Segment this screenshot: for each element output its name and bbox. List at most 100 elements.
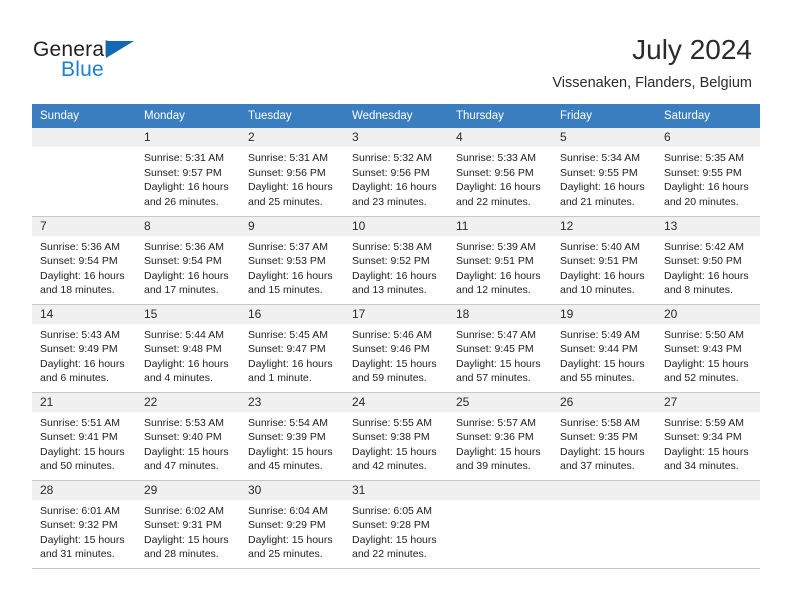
day-detail-sunrise: Sunrise: 5:40 AM	[560, 240, 640, 253]
calendar-cell[interactable]: 9 Sunrise: 5:37 AM Sunset: 9:53 PM Daylight…	[240, 216, 344, 305]
day-number	[448, 480, 552, 500]
day-detail-daylight2: and 21 minutes.	[560, 195, 635, 208]
calendar-cell[interactable]: 19 Sunrise: 5:49 AM Sunset: 9:44 PM Dayligh…	[552, 304, 656, 393]
calendar-cell[interactable]: 15 Sunrise: 5:44 AM Sunset: 9:48 PM Dayligh…	[136, 304, 240, 393]
day-number: 7	[32, 216, 136, 236]
day-cell: 16 Sunrise: 5:45 AM Sunset: 9:47 PM Dayligh…	[240, 304, 344, 392]
day-detail-sunset: Sunset: 9:55 PM	[560, 166, 638, 179]
day-detail-sunset: Sunset: 9:43 PM	[664, 343, 742, 356]
day-detail-sunrise: Sunrise: 5:57 AM	[456, 416, 536, 429]
day-detail-sunrise: Sunrise: 5:35 AM	[664, 152, 744, 164]
calendar-cell[interactable]: 2 Sunrise: 5:31 AM Sunset: 9:56 PM Daylight…	[240, 128, 344, 217]
day-detail-daylight2: and 22 minutes.	[456, 195, 531, 208]
calendar-cell[interactable]: 25 Sunrise: 5:57 AM Sunset: 9:36 PM Dayligh…	[448, 392, 552, 481]
calendar-cell[interactable]: 12 Sunrise: 5:40 AM Sunset: 9:51 PM Dayligh…	[552, 216, 656, 305]
day-cell: 5 Sunrise: 5:34 AM Sunset: 9:55 PM Daylight…	[552, 128, 656, 216]
day-cell: 14 Sunrise: 5:43 AM Sunset: 9:49 PM Dayligh…	[32, 304, 136, 392]
calendar-header-row: Sunday Monday Tuesday Wednesday Thursday…	[32, 104, 760, 128]
day-number: 1	[136, 128, 240, 147]
calendar-cell[interactable]: 4 Sunrise: 5:33 AM Sunset: 9:56 PM Daylight…	[448, 128, 552, 217]
day-detail-daylight2: and 47 minutes.	[144, 460, 219, 473]
calendar-cell[interactable]: 29 Sunrise: 6:02 AM Sunset: 9:31 PM Dayligh…	[136, 480, 240, 569]
calendar-cell[interactable]: 20 Sunrise: 5:50 AM Sunset: 9:43 PM Dayligh…	[656, 304, 760, 393]
day-detail-daylight1: Daylight: 16 hours	[560, 181, 645, 194]
day-number: 3	[344, 128, 448, 147]
day-cell: 23 Sunrise: 5:54 AM Sunset: 9:39 PM Dayligh…	[240, 392, 344, 480]
day-detail-sunrise: Sunrise: 5:31 AM	[144, 152, 224, 164]
day-details: Sunrise: 5:32 AM Sunset: 9:56 PM Daylight:…	[344, 147, 448, 209]
calendar-cell[interactable]: 17 Sunrise: 5:46 AM Sunset: 9:46 PM Dayligh…	[344, 304, 448, 393]
calendar-cell[interactable]: 14 Sunrise: 5:43 AM Sunset: 9:49 PM Dayligh…	[32, 304, 136, 393]
day-details: Sunrise: 6:04 AM Sunset: 9:29 PM Daylight:…	[240, 500, 344, 562]
calendar-cell[interactable]: 24 Sunrise: 5:55 AM Sunset: 9:38 PM Dayligh…	[344, 392, 448, 481]
calendar-cell[interactable]: 16 Sunrise: 5:45 AM Sunset: 9:47 PM Dayligh…	[240, 304, 344, 393]
day-detail-sunrise: Sunrise: 5:47 AM	[456, 328, 536, 341]
day-detail-sunrise: Sunrise: 5:42 AM	[664, 240, 744, 253]
day-number: 12	[552, 216, 656, 236]
logo-triangle-icon	[106, 41, 134, 58]
day-details: Sunrise: 5:34 AM Sunset: 9:55 PM Daylight:…	[552, 147, 656, 209]
title-block: July 2024 Vissenaken, Flanders, Belgium	[552, 33, 752, 93]
day-detail-sunset: Sunset: 9:31 PM	[144, 519, 222, 532]
day-number: 15	[136, 304, 240, 324]
calendar-cell[interactable]: 30 Sunrise: 6:04 AM Sunset: 9:29 PM Dayligh…	[240, 480, 344, 569]
day-details: Sunrise: 5:39 AM Sunset: 9:51 PM Daylight:…	[448, 236, 552, 298]
calendar-cell[interactable]: 7 Sunrise: 5:36 AM Sunset: 9:54 PM Daylight…	[32, 216, 136, 305]
day-detail-daylight1: Daylight: 16 hours	[248, 357, 333, 370]
calendar-cell[interactable]: 26 Sunrise: 5:58 AM Sunset: 9:35 PM Dayligh…	[552, 392, 656, 481]
calendar-cell	[656, 480, 760, 569]
day-details: Sunrise: 5:31 AM Sunset: 9:56 PM Daylight:…	[240, 147, 344, 209]
calendar-cell[interactable]: 28 Sunrise: 6:01 AM Sunset: 9:32 PM Dayligh…	[32, 480, 136, 569]
calendar-cell[interactable]: 21 Sunrise: 5:51 AM Sunset: 9:41 PM Dayligh…	[32, 392, 136, 481]
day-detail-daylight1: Daylight: 16 hours	[144, 357, 229, 370]
calendar-cell[interactable]: 27 Sunrise: 5:59 AM Sunset: 9:34 PM Dayligh…	[656, 392, 760, 481]
day-cell: 31 Sunrise: 6:05 AM Sunset: 9:28 PM Dayligh…	[344, 480, 448, 568]
day-detail-sunset: Sunset: 9:28 PM	[352, 519, 430, 532]
day-detail-sunset: Sunset: 9:53 PM	[248, 255, 326, 268]
calendar-cell[interactable]: 5 Sunrise: 5:34 AM Sunset: 9:55 PM Daylight…	[552, 128, 656, 217]
day-details: Sunrise: 5:53 AM Sunset: 9:40 PM Daylight:…	[136, 412, 240, 474]
calendar-cell[interactable]: 13 Sunrise: 5:42 AM Sunset: 9:50 PM Dayligh…	[656, 216, 760, 305]
day-detail-daylight2: and 55 minutes.	[560, 372, 635, 385]
day-detail-sunrise: Sunrise: 5:50 AM	[664, 328, 744, 341]
calendar-cell[interactable]: 10 Sunrise: 5:38 AM Sunset: 9:52 PM Dayligh…	[344, 216, 448, 305]
day-details: Sunrise: 5:59 AM Sunset: 9:34 PM Daylight:…	[656, 412, 760, 474]
day-detail-sunrise: Sunrise: 5:49 AM	[560, 328, 640, 341]
day-cell: 3 Sunrise: 5:32 AM Sunset: 9:56 PM Daylight…	[344, 128, 448, 216]
general-blue-logo[interactable]: General Blue	[33, 38, 173, 84]
calendar-cell[interactable]: 22 Sunrise: 5:53 AM Sunset: 9:40 PM Dayligh…	[136, 392, 240, 481]
day-cell: 7 Sunrise: 5:36 AM Sunset: 9:54 PM Daylight…	[32, 216, 136, 304]
calendar-cell[interactable]: 18 Sunrise: 5:47 AM Sunset: 9:45 PM Dayligh…	[448, 304, 552, 393]
day-detail-daylight1: Daylight: 15 hours	[456, 357, 541, 370]
day-cell: 25 Sunrise: 5:57 AM Sunset: 9:36 PM Dayligh…	[448, 392, 552, 480]
column-header-wednesday: Wednesday	[344, 104, 448, 128]
day-number: 16	[240, 304, 344, 324]
day-detail-daylight1: Daylight: 15 hours	[40, 533, 125, 546]
calendar-cell[interactable]: 23 Sunrise: 5:54 AM Sunset: 9:39 PM Dayligh…	[240, 392, 344, 481]
calendar-cell[interactable]: 6 Sunrise: 5:35 AM Sunset: 9:55 PM Daylight…	[656, 128, 760, 217]
day-detail-daylight2: and 39 minutes.	[456, 460, 531, 473]
calendar-cell[interactable]: 3 Sunrise: 5:32 AM Sunset: 9:56 PM Daylight…	[344, 128, 448, 217]
day-detail-sunrise: Sunrise: 5:36 AM	[40, 240, 120, 253]
day-detail-sunrise: Sunrise: 5:43 AM	[40, 328, 120, 341]
day-detail-sunset: Sunset: 9:50 PM	[664, 255, 742, 268]
day-cell: 27 Sunrise: 5:59 AM Sunset: 9:34 PM Dayligh…	[656, 392, 760, 480]
day-detail-daylight2: and 13 minutes.	[352, 284, 427, 297]
day-detail-daylight1: Daylight: 16 hours	[248, 269, 333, 282]
day-cell: 12 Sunrise: 5:40 AM Sunset: 9:51 PM Dayligh…	[552, 216, 656, 304]
day-detail-sunrise: Sunrise: 5:51 AM	[40, 416, 120, 429]
day-number: 17	[344, 304, 448, 324]
page-location: Vissenaken, Flanders, Belgium	[552, 75, 752, 91]
calendar-cell	[32, 128, 136, 217]
day-details: Sunrise: 5:43 AM Sunset: 9:49 PM Daylight:…	[32, 324, 136, 386]
calendar-cell[interactable]: 1 Sunrise: 5:31 AM Sunset: 9:57 PM Daylight…	[136, 128, 240, 217]
day-cell: 6 Sunrise: 5:35 AM Sunset: 9:55 PM Daylight…	[656, 128, 760, 216]
day-cell: 1 Sunrise: 5:31 AM Sunset: 9:57 PM Daylight…	[136, 128, 240, 216]
calendar-cell[interactable]: 8 Sunrise: 5:36 AM Sunset: 9:54 PM Daylight…	[136, 216, 240, 305]
day-cell: 28 Sunrise: 6:01 AM Sunset: 9:32 PM Dayligh…	[32, 480, 136, 568]
day-detail-sunrise: Sunrise: 5:54 AM	[248, 416, 328, 429]
calendar-cell[interactable]: 31 Sunrise: 6:05 AM Sunset: 9:28 PM Dayligh…	[344, 480, 448, 569]
day-detail-daylight1: Daylight: 16 hours	[664, 269, 749, 282]
calendar-cell[interactable]: 11 Sunrise: 5:39 AM Sunset: 9:51 PM Dayligh…	[448, 216, 552, 305]
day-cell: 11 Sunrise: 5:39 AM Sunset: 9:51 PM Dayligh…	[448, 216, 552, 304]
